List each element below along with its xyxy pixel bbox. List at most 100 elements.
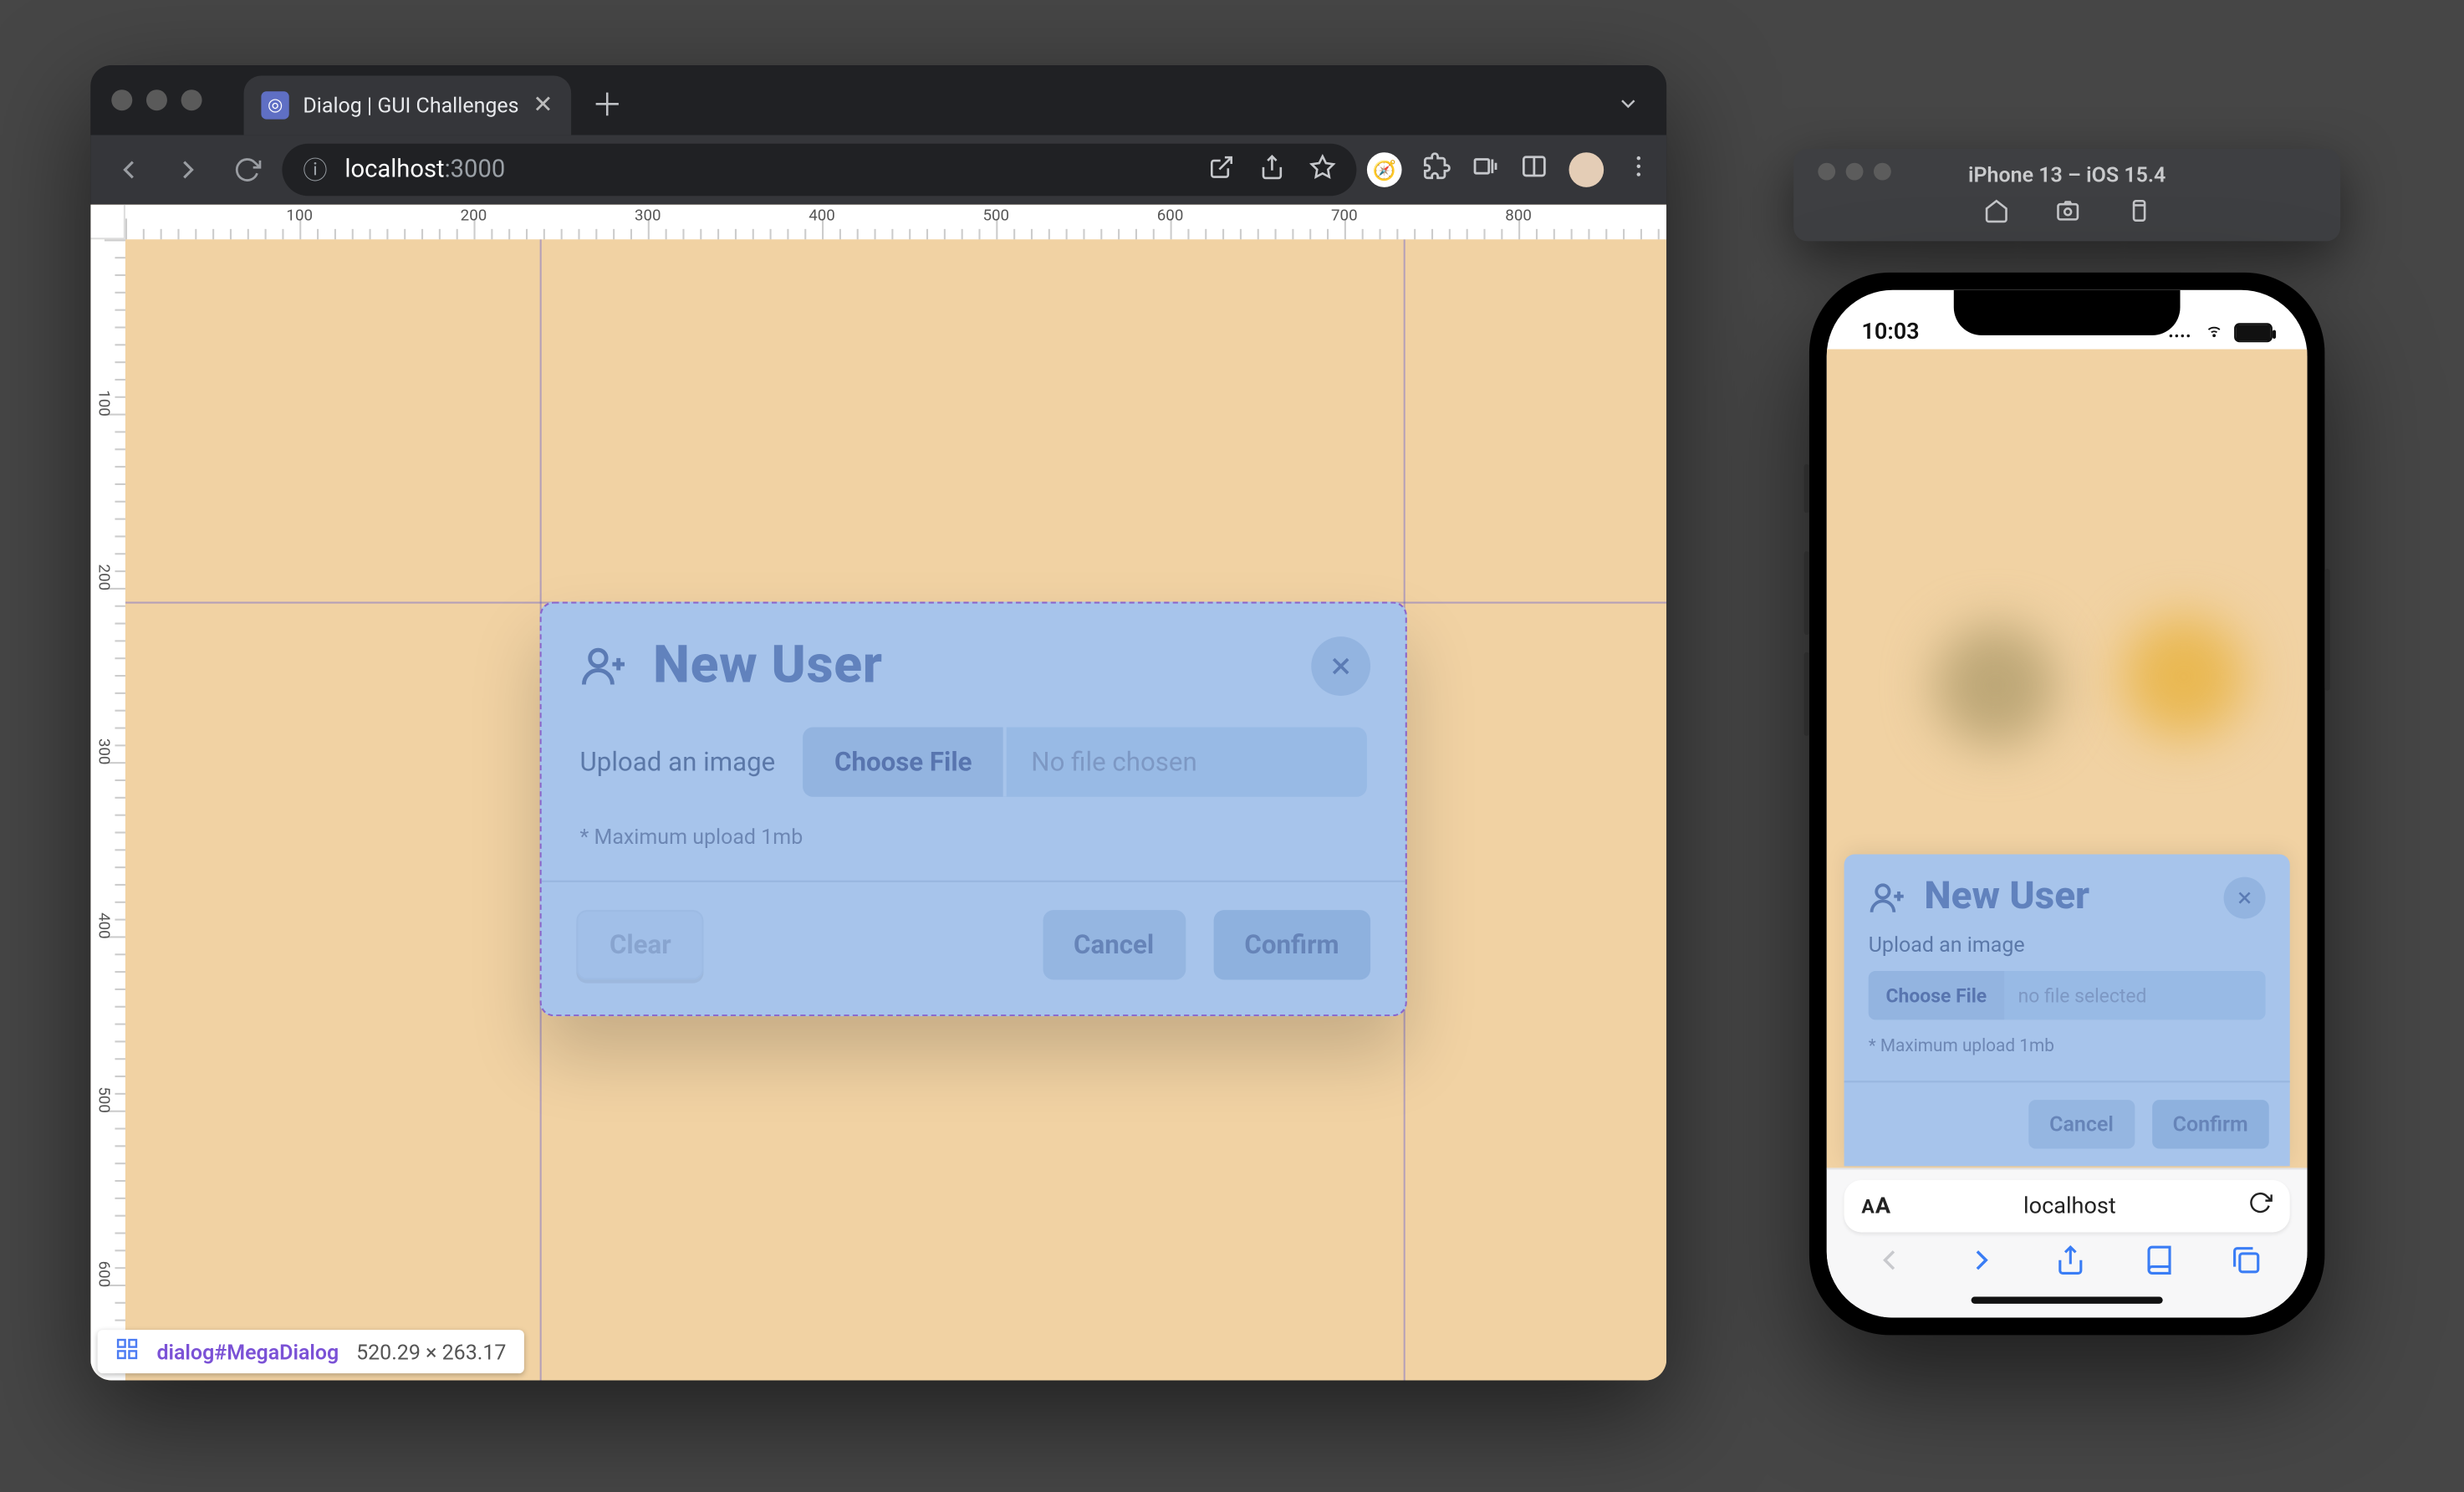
cancel-button[interactable]: Cancel: [2028, 1100, 2135, 1148]
dialog-title: New User: [1924, 875, 2089, 918]
safari-back-icon[interactable]: [1872, 1243, 1907, 1286]
simulator-window-controls[interactable]: [1818, 162, 1890, 180]
ruler-label: 200: [94, 575, 111, 601]
battery-icon: [2234, 323, 2273, 342]
sim-rotate-icon[interactable]: [2125, 197, 2151, 231]
close-window-icon[interactable]: [111, 89, 132, 110]
open-external-icon[interactable]: [1208, 153, 1234, 186]
extensions-puzzle-icon[interactable]: [1423, 152, 1451, 187]
ruler-label: 500: [982, 207, 1009, 225]
status-time: 10:03: [1861, 319, 1919, 345]
panel-toggle-icon[interactable]: [1520, 152, 1548, 187]
phone-frame: 10:03: [1809, 273, 2324, 1335]
safari-tabs-icon[interactable]: [2231, 1244, 2262, 1285]
ruler-label: 400: [94, 922, 111, 949]
helper-text: * Maximum upload 1mb: [1869, 1037, 2266, 1056]
background-blur: [2123, 616, 2245, 738]
upload-row: Upload an image Choose File No file chos…: [580, 727, 1367, 796]
simulator-title: iPhone 13 – iOS 15.4: [1968, 162, 2166, 186]
phone-screen: 10:03: [1827, 289, 2308, 1317]
address-bar[interactable]: ⓘ localhost:3000: [282, 143, 1356, 195]
bookmark-star-icon[interactable]: [1309, 153, 1335, 186]
ruler-label: 600: [1157, 207, 1184, 225]
close-button[interactable]: [2224, 876, 2266, 917]
background-blur: [1935, 624, 2057, 746]
add-user-icon: [1869, 877, 1907, 916]
dialog-header: New User: [1844, 854, 2290, 929]
favicon-icon: ◎: [261, 91, 288, 119]
dialog-body: Upload an image Choose File no file sele…: [1844, 929, 2290, 1060]
profile-avatar-icon[interactable]: [1569, 152, 1604, 187]
phone-notch: [1954, 289, 2181, 335]
safari-forward-icon[interactable]: [1963, 1243, 1998, 1286]
ruler-vertical: 100200300400500600: [90, 239, 125, 1380]
close-tab-icon[interactable]: ✕: [533, 93, 553, 117]
forward-button[interactable]: [164, 145, 212, 193]
ios-simulator: iPhone 13 – iOS 15.4 10:03: [1793, 149, 2340, 1335]
choose-file-button[interactable]: Choose File: [803, 727, 1008, 796]
reload-icon[interactable]: [2248, 1190, 2273, 1221]
new-tab-button[interactable]: ＋: [584, 80, 630, 125]
url-host: localhost: [344, 156, 444, 183]
extension-icon[interactable]: 🧭: [1367, 152, 1402, 187]
text-size-icon[interactable]: AA: [1861, 1193, 1891, 1219]
safari-chrome: AA localhost: [1827, 1168, 2308, 1317]
ruler-label: 400: [809, 207, 835, 225]
wifi-icon: [2201, 319, 2227, 345]
clear-button[interactable]: Clear: [576, 910, 704, 979]
file-status: No file chosen: [1007, 727, 1367, 796]
safari-share-icon[interactable]: [2055, 1244, 2086, 1285]
ruler-label: 100: [94, 400, 111, 427]
phone-volume-down: [1804, 652, 1809, 736]
cancel-button[interactable]: Cancel: [1043, 910, 1186, 979]
close-button[interactable]: [1311, 636, 1370, 695]
dialog-title: New User: [653, 635, 883, 696]
back-button[interactable]: [105, 145, 153, 193]
upload-label: Upload an image: [1869, 932, 2266, 957]
chrome-toolbar: ⓘ localhost:3000 🧭: [90, 135, 1666, 204]
confirm-button[interactable]: Confirm: [1213, 910, 1370, 979]
ruler-label: 600: [94, 1271, 111, 1298]
safari-address-bar[interactable]: AA localhost: [1844, 1180, 2290, 1232]
window-controls[interactable]: [111, 89, 202, 110]
browser-viewport: 100200300400500600700800900 100200300400…: [90, 204, 1666, 1380]
ruler-label: 200: [461, 207, 487, 225]
confirm-button[interactable]: Confirm: [2152, 1100, 2269, 1148]
sim-screenshot-icon[interactable]: [2054, 197, 2080, 231]
safari-bookmarks-icon[interactable]: [2143, 1244, 2174, 1285]
file-input[interactable]: Choose File No file chosen: [803, 727, 1367, 796]
kebab-menu-icon[interactable]: [1625, 152, 1652, 187]
ruler-label: 800: [1505, 207, 1532, 225]
safari-toolbar: [1844, 1232, 2290, 1290]
ruler-label: 700: [1331, 207, 1358, 225]
dialog-footer: Clear Cancel Confirm: [542, 880, 1405, 1004]
tab-title: Dialog | GUI Challenges: [303, 93, 518, 117]
phone-power-button: [2324, 569, 2329, 691]
page-canvas: New User Upload an image Choose File No …: [125, 239, 1666, 1380]
chrome-tab-strip: ◎ Dialog | GUI Challenges ✕ ＋: [90, 65, 1666, 135]
share-icon[interactable]: [1259, 153, 1285, 186]
phone-mute-switch: [1804, 464, 1809, 513]
file-status: no file selected: [2004, 971, 2266, 1019]
media-control-icon[interactable]: [1472, 152, 1499, 187]
helper-text: * Maximum upload 1mb: [580, 825, 1367, 849]
selection-dims: 520.29 × 263.17: [356, 1339, 506, 1363]
home-indicator[interactable]: [1972, 1296, 2163, 1303]
choose-file-button[interactable]: Choose File: [1869, 971, 2004, 1019]
site-info-icon[interactable]: ⓘ: [303, 152, 327, 187]
sim-home-icon[interactable]: [1982, 197, 2008, 231]
minimize-window-icon[interactable]: [146, 89, 167, 110]
file-input[interactable]: Choose File no file selected: [1869, 971, 2266, 1019]
dialog-footer: Cancel Confirm: [1844, 1081, 2290, 1166]
browser-tab[interactable]: ◎ Dialog | GUI Challenges ✕: [244, 75, 571, 135]
toolbar-extensions: 🧭: [1367, 152, 1653, 187]
maximize-window-icon[interactable]: [181, 89, 202, 110]
mobile-page: New User Upload an image Choose File no …: [1827, 349, 2308, 1168]
reload-button[interactable]: [223, 145, 272, 193]
ruler-label: 100: [286, 207, 313, 225]
tab-list-dropdown-icon[interactable]: [1607, 82, 1649, 124]
ruler-label: 300: [635, 207, 661, 225]
ruler-horizontal: 100200300400500600700800900: [125, 204, 1666, 239]
simulator-header: iPhone 13 – iOS 15.4: [1793, 149, 2340, 241]
selection-selector: dialog#MegaDialog: [156, 1339, 339, 1363]
